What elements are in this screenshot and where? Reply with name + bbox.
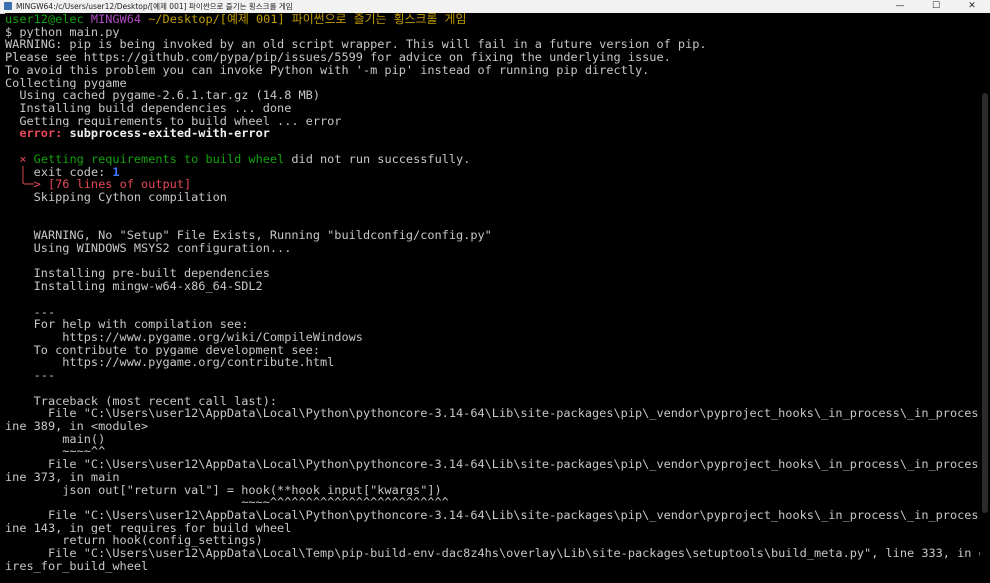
title-bar[interactable]: MINGW64:/c/Users/user12/Desktop/[예제 001]… [0,0,990,14]
command-line: $ python main.py [5,25,120,39]
scrollbar-thumb[interactable] [982,93,988,513]
output-line: --- [5,305,56,319]
output-count-line: ╰─> [76 lines of output] [5,178,990,191]
output-line: json_out["return_val"] = hook(**hook_inp… [5,483,442,497]
output-line: return hook(config_settings) [5,534,263,548]
close-button[interactable]: ✕ [954,0,990,13]
tree-branch-icon: │ [19,165,27,179]
output-line: To avoid this problem you can invoke Pyt… [5,63,650,77]
output-line: Installing build dependencies ... done [5,102,292,115]
output-line: main() [5,432,106,446]
output-line: --- [5,369,56,382]
terminal-window: MINGW64:/c/Users/user12/Desktop/[예제 001]… [0,0,990,583]
output-line: File "C:\Users\user12\AppData\Local\Temp… [5,547,990,560]
error-message: subprocess-exited-with-error [69,127,270,141]
window-title: MINGW64:/c/Users/user12/Desktop/[예제 001]… [16,2,293,11]
failure-x-icon: × [19,152,27,166]
maximize-button[interactable]: ☐ [918,0,954,13]
output-line: Getting requirements to build wheel ... … [5,114,342,128]
output-line: https://www.pygame.org/contribute.html [5,356,335,370]
error-line: error: subprocess-exited-with-error [5,127,990,140]
output-line: ~~~~^^ [5,445,106,459]
exit-code-label: exit code: [33,165,113,179]
vertical-scrollbar[interactable] [980,13,990,583]
output-line: Collecting pygame [5,76,127,90]
output-line: Installing pre-built dependencies [5,267,270,281]
output-line: To contribute to pygame development see: [5,343,320,357]
prompt-shell: MINGW64 [90,13,142,26]
output-line: File "C:\Users\user12\AppData\Local\Pyth… [5,458,990,471]
tree-corner-arrow-icon: ╰─> [19,178,41,192]
prompt-path: ~/Desktop/[예제 001] 파이썬으로 즐기는 횡스크롤 게임 [148,13,467,26]
output-line: Using cached pygame-2.6.1.tar.gz (14.8 M… [5,89,320,103]
exit-code-value: 1 [112,165,120,179]
output-line: File "C:\Users\user12\AppData\Local\Pyth… [5,407,990,420]
exit-code-line: │ exit code: 1 [5,166,990,179]
output-line: Using WINDOWS MSYS2 configuration... [5,241,292,255]
prompt-line: user12@elec MINGW64 ~/Desktop/[예제 001] 파… [5,13,990,26]
output-line: ine 373, in main [5,470,120,484]
failure-step: Getting requirements to build wheel [33,152,285,166]
output-count: [76 lines of output] [47,178,192,192]
output-line: Please see https://github.com/pypa/pip/i… [5,51,671,64]
output-line: Skipping Cython compilation [5,191,227,204]
output-line: File "C:\Users\user12\AppData\Local\Pyth… [5,509,990,522]
minimize-button[interactable]: — [882,0,918,13]
output-line: ine 389, in <module> [5,420,149,433]
failure-suffix: did not run successfully. [284,152,471,166]
output-line: WARNING: pip is being invoked by an old … [5,38,707,52]
output-line: ~~~~^^^^^^^^^^^^^^^^^^^^^^^^^ [5,496,449,510]
mingw-app-icon [4,2,12,10]
output-line: ires_for_build_wheel [5,559,149,573]
output-line: https://www.pygame.org/wiki/CompileWindo… [5,330,363,344]
prompt-user-host: user12@elec [5,13,84,26]
output-line: For help with compilation see: [5,318,249,331]
output-line: Traceback (most recent call last): [5,394,278,408]
output-line: ine 143, in get_requires_for_build_wheel [5,521,292,535]
output-line: Installing mingw-w64-x86_64-SDL2 [5,280,263,293]
output-line: WARNING, No "Setup" File Exists, Running… [5,229,492,242]
terminal-output[interactable]: user12@elec MINGW64 ~/Desktop/[예제 001] 파… [5,13,990,583]
failure-line: × Getting requirements to build wheel di… [5,153,990,166]
error-label: error: [19,127,63,141]
